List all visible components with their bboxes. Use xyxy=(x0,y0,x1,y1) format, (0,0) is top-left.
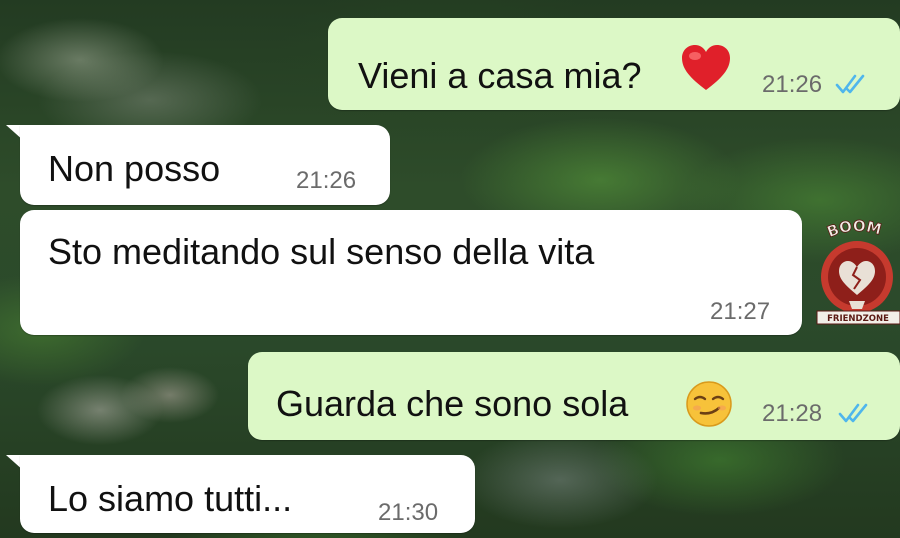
message-time: 21:26 xyxy=(762,71,823,98)
svg-text:BOOM: BOOM xyxy=(824,217,883,241)
message-bubble-received[interactable]: Sto meditando sul senso della vita 21:27 xyxy=(20,210,802,335)
message-bubble-received[interactable]: Non posso 21:26 xyxy=(20,125,390,205)
message-text: Sto meditando sul senso della vita xyxy=(48,231,595,272)
read-double-check-icon xyxy=(835,74,865,94)
smirking-face-icon xyxy=(686,381,732,427)
message-time: 21:30 xyxy=(378,499,439,526)
message-time: 21:27 xyxy=(710,298,771,325)
message-bubble-sent[interactable]: Vieni a casa mia? 21:26 xyxy=(328,18,900,110)
logo-top-text: BOOM xyxy=(824,216,884,241)
boom-friendzone-logo: BOOM FRIENDZONE xyxy=(816,216,900,325)
read-double-check-icon xyxy=(838,403,868,423)
message-bubble-received[interactable]: Lo siamo tutti... 21:30 xyxy=(20,455,475,533)
red-heart-icon xyxy=(682,45,730,90)
message-text: Non posso xyxy=(48,148,221,189)
message-bubble-sent[interactable]: Guarda che sono sola 21:28 xyxy=(248,352,900,440)
message-time: 21:28 xyxy=(762,400,823,427)
message-time: 21:26 xyxy=(296,167,357,194)
message-text: Vieni a casa mia? xyxy=(358,55,642,96)
logo-bottom-text: FRIENDZONE xyxy=(827,314,889,324)
message-text: Lo siamo tutti... xyxy=(48,478,293,519)
message-text: Guarda che sono sola xyxy=(276,383,629,424)
